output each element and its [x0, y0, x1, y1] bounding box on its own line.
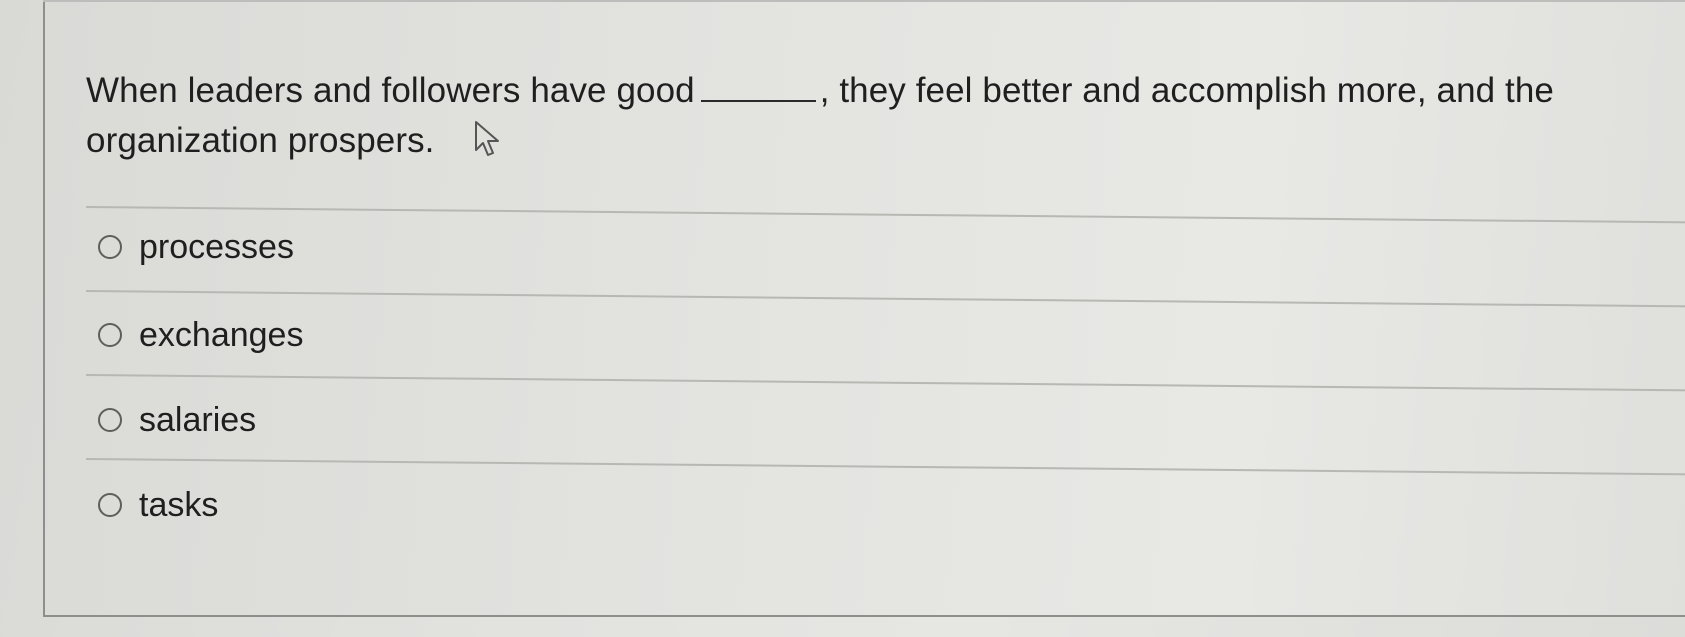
- option-label: salaries: [139, 401, 257, 439]
- option-label: tasks: [139, 486, 219, 524]
- fill-in-blank: [700, 70, 816, 102]
- radio-unchecked-icon[interactable]: [98, 235, 122, 259]
- option-label: processes: [139, 228, 294, 266]
- option-processes[interactable]: processes: [98, 227, 294, 267]
- radio-unchecked-icon[interactable]: [98, 493, 122, 517]
- card-top-edge: [43, 0, 1685, 2]
- option-exchanges[interactable]: exchanges: [98, 315, 303, 355]
- option-label: exchanges: [139, 316, 304, 354]
- radio-unchecked-icon[interactable]: [98, 323, 122, 347]
- option-salaries[interactable]: salaries: [98, 400, 256, 440]
- mouse-pointer-icon: [475, 121, 499, 156]
- question-text-part1: When leaders and followers have good: [86, 71, 695, 110]
- radio-unchecked-icon[interactable]: [98, 408, 122, 432]
- question-text: When leaders and followers have good, th…: [86, 66, 1646, 166]
- option-tasks[interactable]: tasks: [98, 485, 218, 525]
